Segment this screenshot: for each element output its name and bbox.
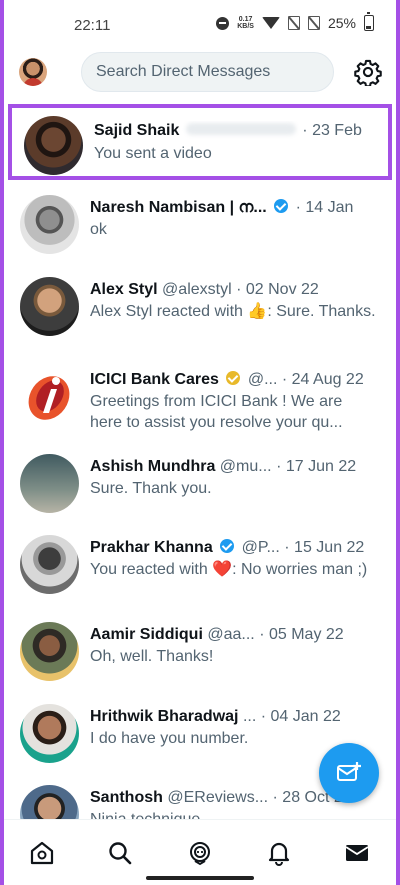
message-preview: You sent a video	[94, 145, 212, 162]
message-date: 05 May 22	[268, 626, 344, 643]
separator: ·	[272, 789, 278, 806]
avatar-alex	[20, 277, 79, 336]
message-preview: Oh, well. Thanks!	[90, 648, 214, 665]
separator: ·	[260, 708, 267, 725]
message-date: 02 Nov 22	[245, 281, 319, 298]
separator: ·	[281, 371, 288, 388]
separator: ·	[276, 458, 282, 475]
avatar-naresh	[20, 195, 79, 254]
bottom-nav	[4, 819, 396, 885]
separator: ·	[236, 281, 242, 298]
conversation-item[interactable]: Prakhar Khanna @P... · 15 Jun 22 You rea…	[4, 535, 396, 619]
contact-handle: @P...	[241, 539, 280, 556]
do-not-disturb-icon	[216, 16, 230, 30]
contact-name: Santhosh	[90, 789, 163, 806]
contact-name: ICICI Bank Cares	[90, 371, 219, 388]
contact-handle: @alexstyl	[162, 281, 232, 298]
status-bar: 22:11 0.17 KB/S 25%	[4, 0, 396, 50]
conversation-item[interactable]: ICICI Bank Cares @... · 24 Aug 22 Greeti…	[4, 367, 396, 451]
separator: ·	[302, 122, 308, 139]
conversation-item[interactable]: Alex Styl @alexstyl · 02 Nov 22 Alex Sty…	[4, 277, 396, 361]
avatar-hrithwik	[20, 704, 79, 763]
message-date: 24 Aug 22	[291, 371, 364, 388]
battery-percent: 25%	[327, 15, 356, 31]
contact-name: Alex Styl	[90, 281, 158, 298]
network-speed-unit: KB/S	[237, 23, 254, 30]
avatar-sajid	[24, 116, 83, 175]
message-preview: I do have you number.	[90, 730, 249, 747]
avatar-icici	[20, 367, 79, 426]
message-preview: Alex Styl reacted with 👍: Sure. Thanks.	[90, 303, 376, 320]
contact-handle: @...	[247, 371, 278, 388]
highlight-frame: 22:11 0.17 KB/S 25% Search Direct Messag…	[0, 0, 400, 885]
verified-badge-icon	[220, 539, 235, 553]
messages-icon[interactable]	[344, 840, 370, 866]
message-preview: You reacted with ❤️: No worries man ;)	[90, 561, 368, 578]
conversation-item[interactable]: Aamir Siddiqui @aa... · 05 May 22 Oh, we…	[4, 622, 396, 706]
conversation-item[interactable]: Ashish Mundhra @mu... · 17 Jun 22 Sure. …	[4, 454, 396, 538]
conversation-header: Ashish Mundhra @mu... · 17 Jun 22	[90, 457, 366, 477]
battery-icon	[364, 12, 374, 31]
network-speed: 0.17 KB/S	[237, 16, 254, 30]
app-screen: 22:11 0.17 KB/S 25% Search Direct Messag…	[4, 0, 396, 885]
conversation-header: Hrithwik Bharadwaj ... · 04 Jan 22	[90, 707, 366, 727]
contact-handle: @mu...	[219, 458, 272, 475]
separator: ·	[295, 199, 301, 216]
wifi-icon	[261, 17, 280, 29]
search-icon[interactable]	[107, 840, 133, 866]
profile-avatar[interactable]	[19, 58, 47, 86]
contact-name: Aamir Siddiqui	[90, 626, 203, 643]
message-date: 17 Jun 22	[285, 458, 357, 475]
no-sim-icon-2	[307, 16, 320, 30]
avatar-ashish	[20, 454, 79, 513]
conversation-header: Sajid Shaik · 23 Feb	[94, 121, 370, 141]
notifications-icon[interactable]	[266, 840, 292, 866]
conversation-highlighted[interactable]: Sajid Shaik · 23 Feb You sent a video	[8, 104, 392, 180]
message-date: 15 Jun 22	[294, 539, 365, 556]
contact-name: Prakhar Khanna	[90, 539, 213, 556]
conversation-header: Alex Styl @alexstyl · 02 Nov 22	[90, 280, 366, 300]
conversation-item[interactable]: Sajid Shaik · 23 Feb You sent a video	[8, 116, 396, 200]
conversation-item[interactable]: Naresh Nambisan | ന... · 14 Jan ok	[4, 195, 396, 279]
separator: ·	[284, 539, 290, 556]
message-preview: Sure. Thank you.	[90, 480, 212, 497]
conversation-header: Aamir Siddiqui @aa... · 05 May 22	[90, 625, 366, 645]
message-date: 23 Feb	[312, 122, 362, 139]
conversation-header: Prakhar Khanna @P... · 15 Jun 22	[90, 538, 366, 558]
search-input[interactable]: Search Direct Messages	[81, 52, 334, 92]
conversation-header: Naresh Nambisan | ന... · 14 Jan	[90, 198, 366, 218]
message-preview: Greetings from ICICI Bank ! We are here …	[90, 393, 343, 431]
settings-gear-icon[interactable]	[354, 58, 382, 86]
icici-logo	[28, 376, 70, 420]
spaces-icon[interactable]	[187, 840, 213, 866]
status-icons: 0.17 KB/S 25%	[216, 12, 374, 31]
contact-name: Ashish Mundhra	[90, 458, 216, 475]
home-icon[interactable]	[29, 840, 55, 866]
message-date: 04 Jan 22	[270, 708, 341, 725]
header: Search Direct Messages	[4, 50, 396, 96]
contact-handle: ...	[242, 708, 257, 725]
search-placeholder: Search Direct Messages	[96, 63, 271, 80]
no-sim-icon	[287, 16, 300, 30]
verified-gold-badge-icon	[226, 371, 241, 385]
message-preview: ok	[90, 221, 107, 238]
separator: ·	[259, 626, 265, 643]
message-date: 14 Jan	[305, 199, 354, 216]
contact-name: Hrithwik Bharadwaj	[90, 708, 239, 725]
contact-name: Sajid Shaik	[94, 122, 180, 139]
status-time: 22:11	[74, 17, 111, 34]
contact-handle: @aa...	[207, 626, 255, 643]
contact-handle: @EReviews...	[167, 789, 269, 806]
network-speed-value: 0.17	[238, 16, 253, 23]
verified-badge-icon	[274, 199, 289, 213]
conversation-header: ICICI Bank Cares @... · 24 Aug 22	[90, 370, 366, 390]
contact-name: Naresh Nambisan | ന...	[90, 199, 267, 216]
new-message-icon	[337, 762, 361, 781]
new-message-button[interactable]	[319, 743, 379, 803]
blurred-handle	[185, 123, 296, 135]
avatar-prakhar	[20, 535, 79, 594]
avatar-aamir	[20, 622, 79, 681]
home-indicator	[146, 876, 254, 880]
